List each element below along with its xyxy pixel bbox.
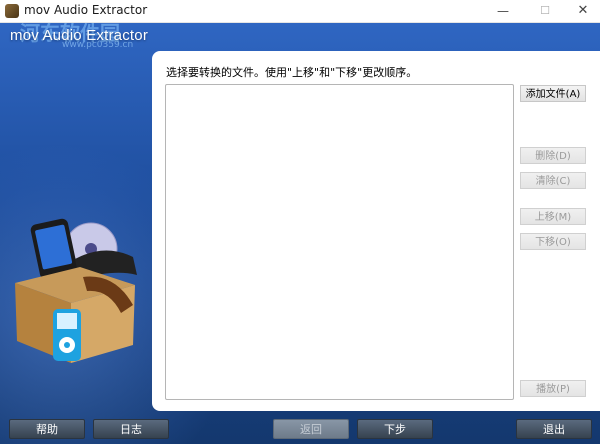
maximize-button[interactable]: ☐ [528, 0, 562, 22]
instruction-text: 选择要转换的文件。使用"上移"和"下移"更改顺序。 [166, 66, 418, 79]
brand-title: mov Audio Extractor [10, 27, 149, 44]
file-list[interactable] [165, 84, 514, 400]
next-button[interactable]: 下步 [357, 419, 433, 439]
close-button[interactable]: ✕ [566, 0, 600, 22]
move-down-button[interactable]: 下移(O) [520, 233, 586, 250]
help-button[interactable]: 帮助 [9, 419, 85, 439]
title-bar: mov Audio Extractor — ☐ ✕ [0, 0, 600, 23]
play-button[interactable]: 播放(P) [520, 380, 586, 397]
back-button[interactable]: 返回 [273, 419, 349, 439]
move-up-button[interactable]: 上移(M) [520, 208, 586, 225]
file-panel: 选择要转换的文件。使用"上移"和"下移"更改顺序。 添加文件(A) 删除(D) … [152, 51, 600, 411]
exit-button[interactable]: 退出 [516, 419, 592, 439]
minimize-button[interactable]: — [486, 0, 520, 22]
add-files-button[interactable]: 添加文件(A) [520, 85, 586, 102]
log-button[interactable]: 日志 [93, 419, 169, 439]
delete-button[interactable]: 删除(D) [520, 147, 586, 164]
main-area: 河东软件园 www.pc0359.cn mov Audio Extractor … [0, 23, 600, 444]
window-title: mov Audio Extractor [24, 3, 148, 17]
clear-button[interactable]: 清除(C) [520, 172, 586, 189]
app-icon [5, 4, 19, 18]
media-box-illustration [15, 218, 137, 363]
